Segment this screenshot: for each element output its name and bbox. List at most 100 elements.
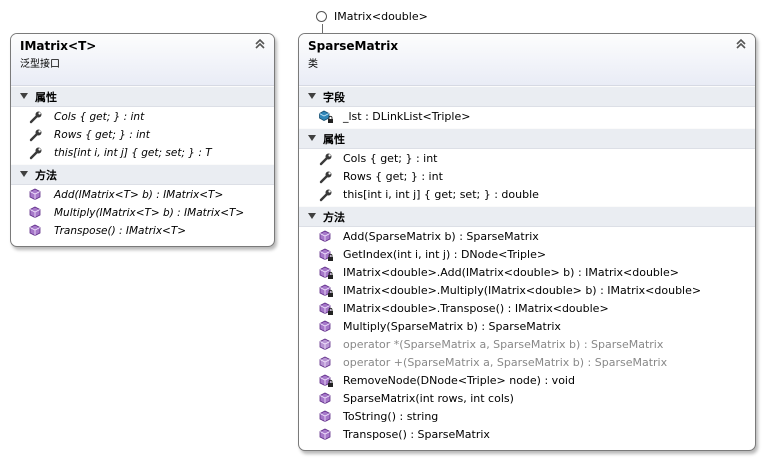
compartment-label: 方法 <box>323 211 345 224</box>
member-list: Add(IMatrix<T> b) : IMatrix<T> Multiply(I… <box>11 185 274 242</box>
member-text: Multiply(SparseMatrix b) : SparseMatrix <box>343 320 561 333</box>
member-text: RemoveNode(DNode<Triple> node) : void <box>343 374 575 387</box>
wrench-icon <box>319 170 333 184</box>
compartment-label: 属性 <box>323 133 345 146</box>
member-list: Cols { get; } : int Rows { get; } : int th… <box>299 149 755 206</box>
member-row[interactable]: Rows { get; } : int <box>299 168 755 186</box>
member-text: Multiply(IMatrix<T> b) : IMatrix<T> <box>54 207 245 219</box>
member-row[interactable]: RemoveNode(DNode<Triple> node) : void <box>299 372 755 390</box>
wrench-icon <box>319 188 333 202</box>
member-row[interactable]: IMatrix<double>.Multiply(IMatrix<double>… <box>299 282 755 300</box>
method-icon <box>319 392 333 406</box>
wrench-icon <box>29 146 43 160</box>
interface-title: IMatrix<T> <box>20 39 97 53</box>
compartment-label: 方法 <box>35 169 57 182</box>
class-header[interactable]: SparseMatrix 类 <box>299 34 755 86</box>
method-icon <box>29 188 43 202</box>
member-text: Add(IMatrix<T> b) : IMatrix<T> <box>54 189 224 201</box>
compartment-header[interactable]: 字段 <box>299 86 755 107</box>
compartment-header[interactable]: 属性 <box>11 86 274 107</box>
private-field-icon <box>319 110 333 124</box>
collapse-triangle-icon[interactable] <box>20 93 28 99</box>
member-text: Rows { get; } : int <box>54 129 150 141</box>
method-icon <box>319 320 333 334</box>
member-text: operator *(SparseMatrix a, SparseMatrix … <box>343 338 664 351</box>
member-text: Cols { get; } : int <box>343 152 438 165</box>
class-shape-sparsematrix[interactable]: SparseMatrix 类 字段 _lst : DLinkList<Triple… <box>298 33 756 451</box>
member-row[interactable]: Add(IMatrix<T> b) : IMatrix<T> <box>11 186 274 204</box>
interface-compartments: 属性 Cols { get; } : int Rows { get; } : int… <box>11 86 274 242</box>
member-text: IMatrix<double>.Add(IMatrix<double> b) :… <box>343 266 679 279</box>
member-text: Transpose() : IMatrix<T> <box>54 225 187 237</box>
member-row[interactable]: IMatrix<double>.Add(IMatrix<double> b) :… <box>299 264 755 282</box>
class-title: SparseMatrix <box>308 39 399 53</box>
member-text: Add(SparseMatrix b) : SparseMatrix <box>343 230 539 243</box>
collapse-triangle-icon[interactable] <box>308 93 316 99</box>
interface-lollipop-label: IMatrix<double> <box>334 10 428 23</box>
member-row[interactable]: operator *(SparseMatrix a, SparseMatrix … <box>299 336 755 354</box>
member-list: _lst : DLinkList<Triple> <box>299 107 755 128</box>
member-row[interactable]: Cols { get; } : int <box>299 150 755 168</box>
compartment-header[interactable]: 方法 <box>11 164 274 185</box>
member-text: GetIndex(int i, int j) : DNode<Triple> <box>343 248 547 261</box>
interface-lollipop-icon <box>316 11 327 22</box>
member-text: Transpose() : SparseMatrix <box>343 428 490 441</box>
collapse-triangle-icon[interactable] <box>308 213 316 219</box>
member-row[interactable]: GetIndex(int i, int j) : DNode<Triple> <box>299 246 755 264</box>
method-icon <box>29 224 43 238</box>
member-row[interactable]: Cols { get; } : int <box>11 108 274 126</box>
method-icon <box>319 230 333 244</box>
member-text: Cols { get; } : int <box>54 111 145 123</box>
member-text: this[int i, int j] { get; set; } : doubl… <box>343 188 539 201</box>
interface-lollipop-connector <box>322 24 323 33</box>
member-row[interactable]: this[int i, int j] { get; set; } : T <box>11 144 274 162</box>
collapse-triangle-icon[interactable] <box>20 171 28 177</box>
wrench-icon <box>29 128 43 142</box>
member-list: Cols { get; } : int Rows { get; } : int th… <box>11 107 274 164</box>
compartment-label: 属性 <box>35 91 57 104</box>
member-row[interactable]: operator +(SparseMatrix a, SparseMatrix … <box>299 354 755 372</box>
collapse-chevron-icon[interactable] <box>735 38 747 50</box>
member-row[interactable]: Multiply(IMatrix<T> b) : IMatrix<T> <box>11 204 274 222</box>
static-method-icon <box>319 338 333 352</box>
interface-stereotype: 泛型接口 <box>20 59 60 70</box>
collapse-triangle-icon[interactable] <box>308 135 316 141</box>
member-row[interactable]: ToString() : string <box>299 408 755 426</box>
method-icon <box>29 206 43 220</box>
member-text: this[int i, int j] { get; set; } : T <box>54 147 212 159</box>
class-compartments: 字段 _lst : DLinkList<Triple> 属性 Cols { get; … <box>299 86 755 446</box>
member-text: Rows { get; } : int <box>343 170 443 183</box>
member-text: IMatrix<double>.Multiply(IMatrix<double>… <box>343 284 702 297</box>
member-row[interactable]: this[int i, int j] { get; set; } : doubl… <box>299 186 755 204</box>
member-row[interactable]: Rows { get; } : int <box>11 126 274 144</box>
private-method-icon <box>319 374 333 388</box>
member-row[interactable]: IMatrix<double>.Transpose() : IMatrix<do… <box>299 300 755 318</box>
member-row[interactable]: Transpose() : IMatrix<T> <box>11 222 274 240</box>
member-text: ToString() : string <box>343 410 439 423</box>
member-text: operator +(SparseMatrix a, SparseMatrix … <box>343 356 668 369</box>
private-method-icon <box>319 248 333 262</box>
private-method-icon <box>319 302 333 316</box>
compartment-header[interactable]: 方法 <box>299 206 755 227</box>
member-text: _lst : DLinkList<Triple> <box>343 110 471 123</box>
member-row[interactable]: _lst : DLinkList<Triple> <box>299 108 755 126</box>
method-icon <box>319 410 333 424</box>
collapse-chevron-icon[interactable] <box>254 38 266 50</box>
wrench-icon <box>319 152 333 166</box>
compartment-header[interactable]: 属性 <box>299 128 755 149</box>
member-row[interactable]: Multiply(SparseMatrix b) : SparseMatrix <box>299 318 755 336</box>
private-method-icon <box>319 284 333 298</box>
member-row[interactable]: Transpose() : SparseMatrix <box>299 426 755 444</box>
member-row[interactable]: Add(SparseMatrix b) : SparseMatrix <box>299 228 755 246</box>
wrench-icon <box>29 110 43 124</box>
member-list: Add(SparseMatrix b) : SparseMatrix GetInd… <box>299 227 755 446</box>
method-icon <box>319 428 333 442</box>
private-method-icon <box>319 266 333 280</box>
interface-shape-imatrix[interactable]: IMatrix<T> 泛型接口 属性 Cols { get; } : int Row… <box>10 33 275 247</box>
member-row[interactable]: SparseMatrix(int rows, int cols) <box>299 390 755 408</box>
static-method-icon <box>319 356 333 370</box>
member-text: SparseMatrix(int rows, int cols) <box>343 392 514 405</box>
class-stereotype: 类 <box>308 59 318 70</box>
member-text: IMatrix<double>.Transpose() : IMatrix<do… <box>343 302 609 315</box>
interface-header[interactable]: IMatrix<T> 泛型接口 <box>11 34 274 86</box>
